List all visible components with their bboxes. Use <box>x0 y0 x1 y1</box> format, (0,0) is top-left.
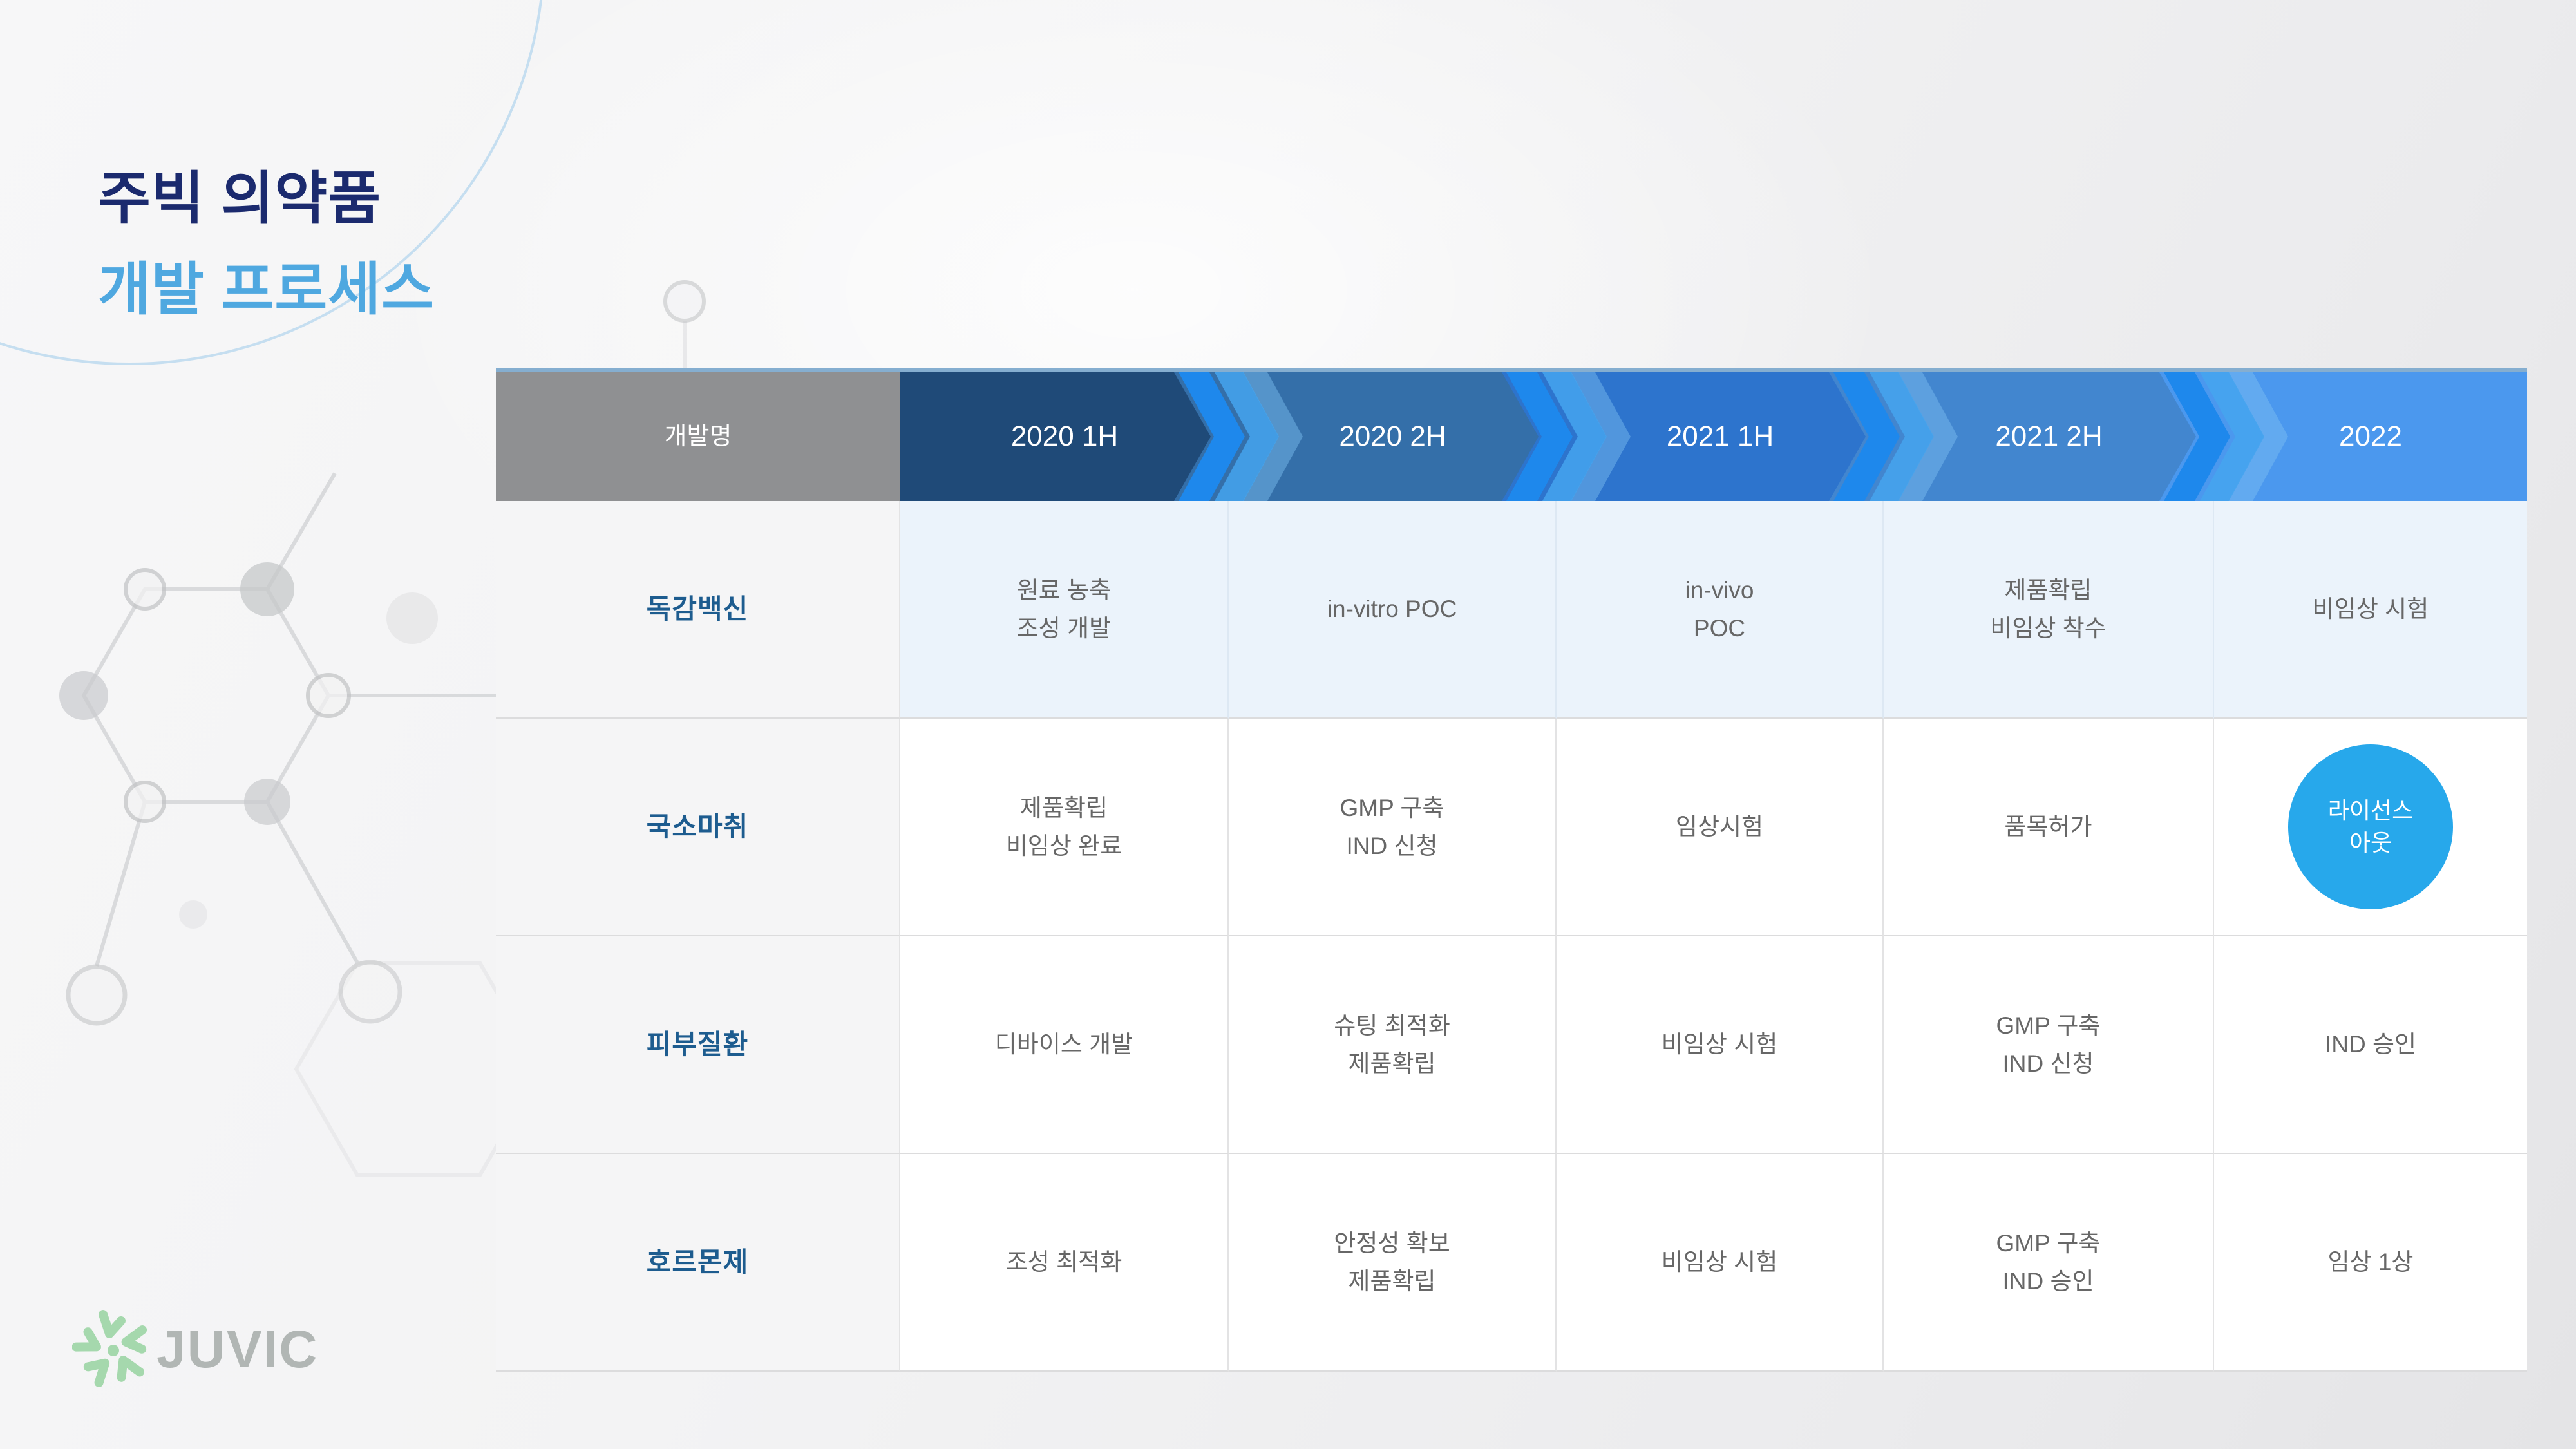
table-cell: 라이선스 아웃 <box>2214 719 2527 936</box>
table-cell: 비임상 시험 <box>2214 501 2527 719</box>
table-cell: 비임상 시험 <box>1557 936 1884 1154</box>
header-period-2021-1h: 2021 1H <box>1557 372 1884 501</box>
table-cell: 임상시험 <box>1557 719 1884 936</box>
table-cell: GMP 구축 IND 승인 <box>1884 1154 2214 1372</box>
table-cell: 제품확립 비임상 착수 <box>1884 501 2214 719</box>
table-cell: GMP 구축 IND 신청 <box>1229 719 1557 936</box>
table-cell: 안정성 확보 제품확립 <box>1229 1154 1557 1372</box>
slide-title-line1: 주빅 의약품 <box>98 153 435 244</box>
row-label: 국소마취 <box>496 719 900 936</box>
table-cell: 조성 최적화 <box>900 1154 1229 1372</box>
header-period-2021-2h: 2021 2H <box>1884 372 2214 501</box>
slide-title: 주빅 의약품 개발 프로세스 <box>98 153 435 334</box>
table-cell: 품목허가 <box>1884 719 2214 936</box>
slide: { "slide": { "title": { "line1": "주빅 의약품… <box>0 0 2576 1449</box>
row-label: 독감백신 <box>496 501 900 719</box>
header-period-2020-1h: 2020 1H <box>900 372 1229 501</box>
table-cell: 디바이스 개발 <box>900 936 1229 1154</box>
juvic-pinwheel-icon <box>72 1306 153 1393</box>
table-cell: 임상 1상 <box>2214 1154 2527 1372</box>
table-cell: in-vitro POC <box>1229 501 1557 719</box>
header-period-2020-2h: 2020 2H <box>1229 372 1557 501</box>
header-name-col: 개발명 <box>496 372 900 501</box>
row-label: 피부질환 <box>496 936 900 1154</box>
row-label: 호르몬제 <box>496 1154 900 1372</box>
license-out-badge: 라이선스 아웃 <box>2288 744 2453 909</box>
table-cell: 비임상 시험 <box>1557 1154 1884 1372</box>
table-cell: 제품확립 비임상 완료 <box>900 719 1229 936</box>
timeline-header: 개발명 2020 1H 2020 2H 2021 1H 2021 2H 2022 <box>496 368 2527 501</box>
table-cell: GMP 구축 IND 신청 <box>1884 936 2214 1154</box>
slide-title-line2: 개발 프로세스 <box>98 244 435 335</box>
juvic-logo-text: JUVIC <box>156 1320 319 1380</box>
juvic-logo: JUVIC <box>72 1306 319 1393</box>
header-period-2022: 2022 <box>2214 372 2527 501</box>
table-cell: IND 승인 <box>2214 936 2527 1154</box>
timeline-table-body: 독감백신 원료 농축 조성 개발 in-vitro POC in-vivo PO… <box>496 501 2527 1372</box>
table-cell: 슈팅 최적화 제품확립 <box>1229 936 1557 1154</box>
table-cell: in-vivo POC <box>1557 501 1884 719</box>
table-cell: 원료 농축 조성 개발 <box>900 501 1229 719</box>
